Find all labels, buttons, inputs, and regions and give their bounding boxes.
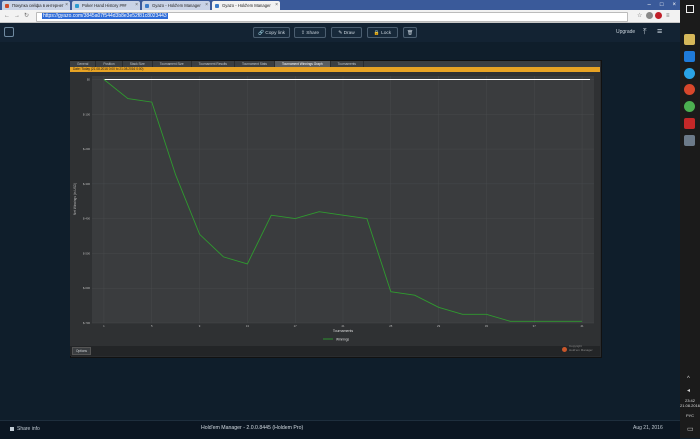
y-tick-label: $0 bbox=[87, 77, 91, 81]
close-tab-icon[interactable]: × bbox=[275, 1, 278, 10]
forward-icon[interactable]: → bbox=[14, 10, 20, 22]
share-info-icon bbox=[10, 426, 14, 431]
capture-date: Aug 21, 2016 bbox=[633, 425, 663, 431]
y-tick-label: $-200 bbox=[83, 147, 91, 151]
windows-start-icon[interactable] bbox=[686, 5, 694, 13]
browser-tab[interactable]: Poker Hand History ### × bbox=[72, 1, 140, 10]
capture-app-title: Hold'em Manager - 2.0.0.8445 (Holdem Pro… bbox=[201, 425, 304, 431]
browser-tab-active[interactable]: Gyazo - Hold'em Manager × bbox=[212, 1, 280, 10]
notifications-icon[interactable]: ^ bbox=[687, 376, 690, 382]
x-axis-label: Tournaments bbox=[333, 329, 353, 333]
poker-client-icon[interactable] bbox=[684, 118, 695, 129]
menu-icon[interactable]: ≡ bbox=[666, 10, 670, 22]
hm-footer bbox=[70, 346, 600, 356]
close-tab-icon[interactable]: × bbox=[135, 1, 138, 10]
x-tick-label: 21 bbox=[341, 324, 345, 328]
volume-icon[interactable]: ◂ bbox=[687, 387, 690, 394]
y-axis-label: Net Winnings (in USD) bbox=[73, 183, 77, 215]
x-tick-label: 37 bbox=[533, 324, 537, 328]
upgrade-link[interactable]: Upgrade bbox=[616, 29, 635, 35]
skype-icon[interactable] bbox=[684, 68, 695, 79]
browser-tab[interactable]: Покупка сейфа в интернет × bbox=[2, 1, 70, 10]
share-button[interactable]: ⇪ Share bbox=[294, 27, 326, 38]
close-window-icon[interactable]: × bbox=[672, 2, 676, 8]
url-text[interactable]: https://gyazo.com/3845a07f544d3b8e3e52f8… bbox=[42, 13, 168, 19]
x-tick-label: 13 bbox=[246, 324, 250, 328]
extension-icon[interactable] bbox=[655, 12, 662, 19]
favicon-icon bbox=[145, 3, 149, 8]
back-icon[interactable]: ← bbox=[4, 10, 10, 22]
favicon-icon bbox=[5, 3, 9, 8]
y-tick-label: $-400 bbox=[83, 217, 91, 221]
language-indicator[interactable]: РУС bbox=[680, 413, 700, 418]
favicon-icon bbox=[75, 3, 79, 8]
store-icon[interactable] bbox=[684, 51, 695, 62]
hamburger-menu-icon[interactable]: ≡ bbox=[657, 26, 662, 36]
copy-link-button[interactable]: 🔗 Copy link bbox=[253, 27, 290, 38]
file-explorer-icon[interactable] bbox=[684, 34, 695, 45]
maximize-icon[interactable]: □ bbox=[660, 2, 664, 8]
chrome-icon[interactable] bbox=[684, 101, 695, 112]
gyazo-logo-icon[interactable] bbox=[4, 27, 14, 37]
action-center-icon[interactable]: ▭ bbox=[687, 425, 694, 433]
options-button[interactable]: Options bbox=[72, 347, 91, 355]
hm-brand: Copyright Hold'em Manager bbox=[562, 344, 593, 352]
extension-icon[interactable] bbox=[646, 12, 653, 19]
hm-logo-icon bbox=[562, 347, 567, 352]
close-tab-icon[interactable]: × bbox=[205, 1, 208, 10]
bookmark-star-icon[interactable]: ☆ bbox=[637, 10, 642, 22]
delete-button[interactable]: 🗑 bbox=[403, 27, 417, 38]
browser-tab[interactable]: Gyazo - Hold'em Manager × bbox=[142, 1, 210, 10]
taskbar-clock[interactable]: 23:42 21.08.2016 bbox=[680, 398, 700, 408]
draw-button[interactable]: ✎ Draw bbox=[331, 27, 362, 38]
y-tick-label: $-500 bbox=[83, 251, 91, 255]
x-tick-label: 17 bbox=[294, 324, 298, 328]
holdem-manager-icon[interactable] bbox=[684, 135, 695, 146]
reload-icon[interactable]: ↻ bbox=[24, 10, 29, 22]
gyazo-info-bar bbox=[0, 420, 680, 439]
x-tick-label: 41 bbox=[580, 324, 584, 328]
lock-button[interactable]: 🔒 Lock bbox=[367, 27, 398, 38]
trash-icon: 🗑 bbox=[406, 31, 414, 36]
x-tick-label: 29 bbox=[437, 324, 441, 328]
close-tab-icon[interactable]: × bbox=[65, 1, 68, 10]
windows-taskbar bbox=[680, 0, 700, 438]
upload-icon[interactable]: ⤒ bbox=[643, 27, 647, 37]
legend-label: Winnings bbox=[336, 337, 350, 341]
y-tick-label: $-100 bbox=[83, 112, 91, 116]
x-tick-label: 33 bbox=[485, 324, 489, 328]
favicon-icon bbox=[215, 3, 219, 8]
winnings-chart: $0$-100$-200$-300$-400$-500$-600$-700 15… bbox=[70, 72, 600, 346]
window-controls: – □ × bbox=[648, 0, 676, 10]
x-tick-label: 25 bbox=[389, 324, 393, 328]
y-tick-label: $-700 bbox=[83, 321, 91, 325]
minimize-icon[interactable]: – bbox=[648, 2, 651, 8]
share-info-toggle[interactable]: Share info bbox=[10, 426, 40, 432]
app-icon[interactable] bbox=[684, 84, 695, 95]
y-tick-label: $-600 bbox=[83, 286, 91, 290]
y-tick-label: $-300 bbox=[83, 182, 91, 186]
lock-icon: 🔒 bbox=[373, 31, 382, 36]
